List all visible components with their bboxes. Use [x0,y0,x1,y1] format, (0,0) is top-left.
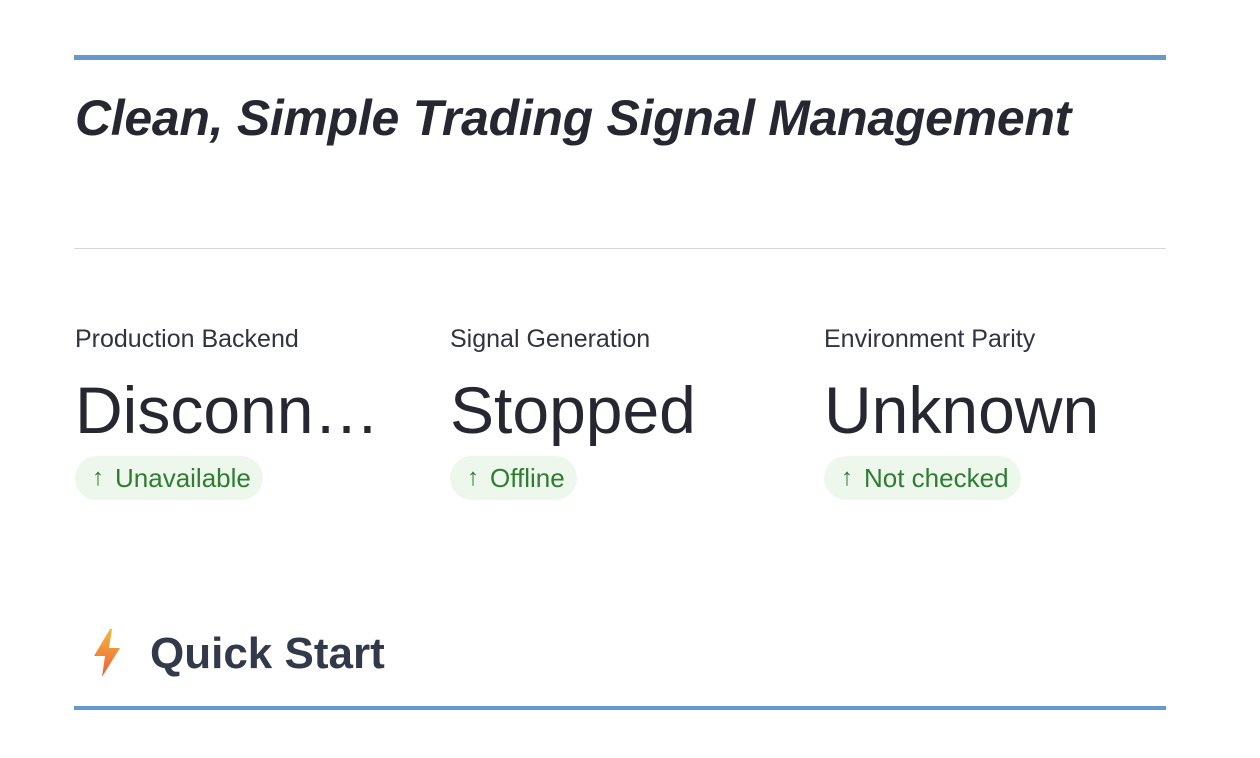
main-page: Clean, Simple Trading Signal Management … [0,0,1260,758]
header-accent-rule [74,55,1166,60]
lightning-icon [94,629,120,677]
metric-delta-text: Offline [490,463,565,493]
metric-label: Production Backend [75,325,299,353]
arrow-up-icon: ↑ [467,464,479,491]
metric-label: Signal Generation [450,325,651,353]
metric-delta-badge: ↑ Not checked [824,456,1021,500]
arrow-up-icon: ↑ [92,464,104,491]
metric-value: Unknown [824,374,1100,446]
metric-production-backend: Production Backend Disconnected ↑ Unavai… [75,322,395,500]
metric-delta-badge: ↑ Offline [450,456,577,500]
metric-value: Stopped [450,374,696,446]
section-accent-rule [74,706,1166,710]
section-divider [74,248,1166,249]
quick-start-section: Quick Start [74,620,1166,712]
metric-delta-text: Unavailable [115,463,251,493]
metric-environment-parity: Environment Parity Unknown ↑ Not checked [824,322,1144,500]
arrow-up-icon: ↑ [841,464,853,491]
metric-label: Environment Parity [824,325,1036,353]
metric-delta-text: Not checked [864,463,1009,493]
metric-signal-generation: Signal Generation Stopped ↑ Offline [450,322,770,500]
quick-start-heading: Quick Start [150,629,385,678]
page-title: Clean, Simple Trading Signal Management [75,90,1071,146]
metric-value: Disconnected [75,374,385,446]
metric-delta-badge: ↑ Unavailable [75,456,263,500]
